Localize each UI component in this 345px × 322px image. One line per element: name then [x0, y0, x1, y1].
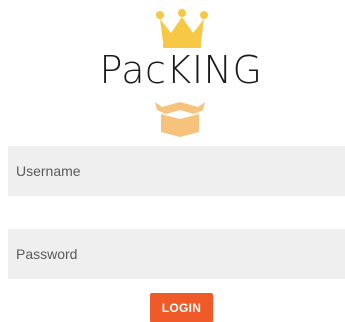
password-field[interactable]: Password: [8, 229, 345, 279]
username-placeholder: Username: [16, 163, 81, 179]
username-field[interactable]: Username: [8, 146, 345, 196]
login-page: PacKING Username Password LOGIN: [0, 0, 345, 322]
login-button[interactable]: LOGIN: [150, 293, 213, 322]
app-title: PacKING: [99, 48, 263, 92]
password-placeholder: Password: [16, 246, 78, 262]
crown-icon: [156, 9, 208, 48]
package-box-icon: [155, 102, 205, 137]
